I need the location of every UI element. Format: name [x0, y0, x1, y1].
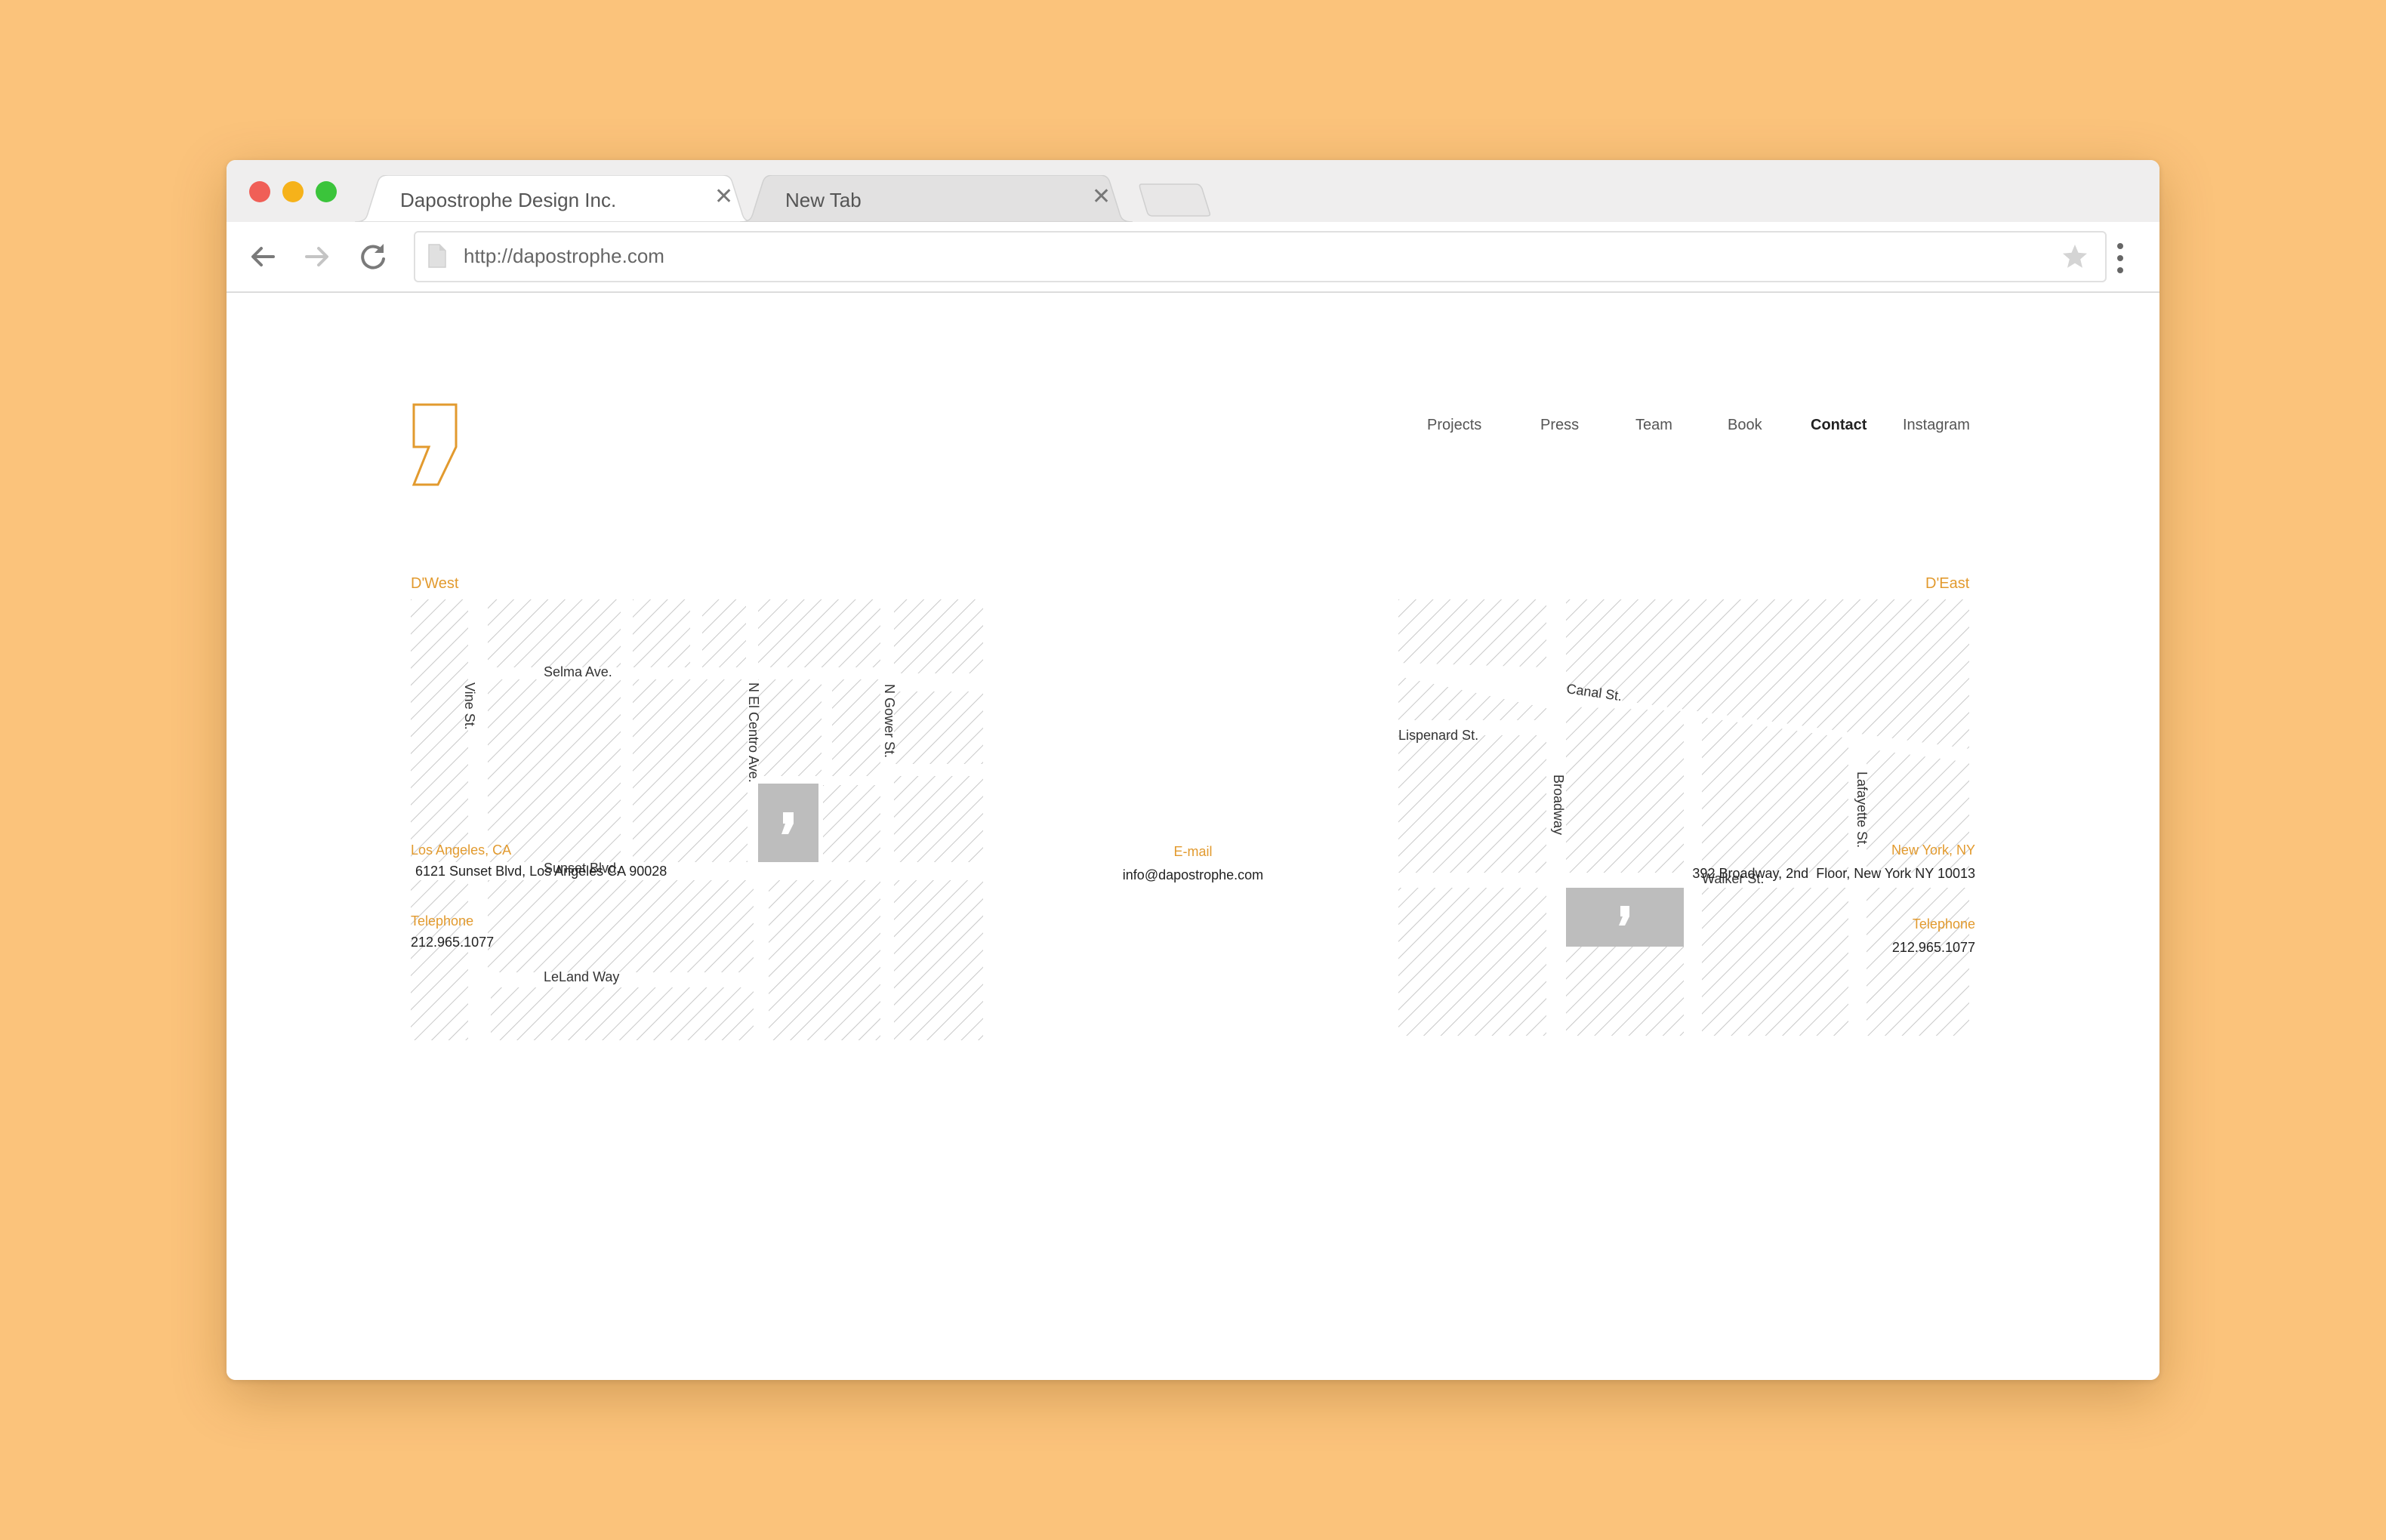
east-blocks	[1398, 599, 1969, 1036]
close-window-button[interactable]	[249, 181, 270, 202]
west-telephone[interactable]: 212.965.1077	[411, 935, 494, 950]
forward-arrow-icon[interactable]	[299, 239, 335, 275]
west-telephone-label: Telephone	[411, 913, 474, 929]
street-gower: N Gower St.	[882, 684, 897, 758]
toolbar: http://dapostrophe.com	[227, 222, 2159, 293]
east-telephone-label: Telephone	[1912, 916, 1975, 932]
west-title: D'West	[411, 575, 459, 592]
tab-bar: Dapostrophe Design Inc. ✕ New Tab ✕	[227, 160, 2159, 222]
west-map: Vine St. Selma Ave. N El Centro Ave. N G…	[411, 599, 983, 1040]
email-block: E-mail info@dapostrophe.com	[1042, 844, 1344, 883]
tab-title: Dapostrophe Design Inc.	[400, 189, 617, 211]
west-address: 6121 Sunset Blvd, Los Angeles CA 90028	[415, 864, 667, 879]
west-city: Los Angeles, CA	[411, 842, 512, 858]
reload-icon[interactable]	[355, 239, 391, 275]
minimize-window-button[interactable]	[282, 181, 304, 202]
nav-projects[interactable]: Projects	[1427, 417, 1481, 434]
street-lispenard: Lispenard St.	[1398, 728, 1478, 743]
email-link[interactable]: info@dapostrophe.com	[1042, 867, 1344, 883]
nav-team[interactable]: Team	[1635, 417, 1672, 434]
page-icon	[428, 244, 446, 268]
street-selma: Selma Ave.	[544, 664, 612, 679]
street-vine: Vine St.	[462, 682, 477, 730]
nav-instagram[interactable]: Instagram	[1903, 417, 1970, 434]
nav-press[interactable]: Press	[1540, 417, 1579, 434]
apostrophe-logo[interactable]	[412, 403, 461, 488]
close-tab-icon[interactable]: ✕	[714, 186, 733, 208]
tab-title: New Tab	[785, 189, 862, 211]
nav-book[interactable]: Book	[1728, 417, 1762, 434]
back-arrow-icon[interactable]	[245, 239, 281, 275]
maximize-window-button[interactable]	[316, 181, 337, 202]
east-map: Canal St. Lispenard St. Broadway Lafayet…	[1398, 599, 1969, 1036]
new-tab-button[interactable]	[1139, 183, 1211, 217]
address-bar[interactable]: http://dapostrophe.com	[414, 231, 2107, 282]
url-text: http://dapostrophe.com	[464, 245, 664, 267]
kebab-menu-icon[interactable]	[2113, 242, 2128, 275]
browser-window: Dapostrophe Design Inc. ✕ New Tab ✕ http…	[227, 160, 2159, 1380]
tab-active[interactable]: Dapostrophe Design Inc. ✕	[355, 175, 755, 222]
street-leland: LeLand Way	[544, 969, 619, 984]
nav-contact[interactable]: Contact	[1811, 417, 1867, 434]
close-tab-icon[interactable]: ✕	[1092, 186, 1111, 208]
street-lafayette: Lafayette St.	[1854, 772, 1870, 848]
east-city: New York, NY	[1891, 842, 1975, 858]
east-title: D'East	[1925, 575, 1970, 592]
east-address: 392 Broadway, 2nd Floor, New York NY 100…	[1692, 866, 1975, 881]
east-telephone[interactable]: 212.965.1077	[1692, 940, 1975, 956]
bookmark-star-icon[interactable]	[2061, 243, 2089, 270]
tab-inactive[interactable]: New Tab ✕	[740, 175, 1133, 222]
email-label: E-mail	[1173, 844, 1213, 859]
page-content: Projects Press Team Book Contact Instagr…	[227, 293, 2159, 1380]
street-el-centro: N El Centro Ave.	[746, 682, 761, 783]
east-info: New York, NY 392 Broadway, 2nd Floor, Ne…	[1692, 842, 1975, 956]
west-blocks	[411, 599, 983, 1040]
street-broadway: Broadway	[1551, 775, 1566, 835]
